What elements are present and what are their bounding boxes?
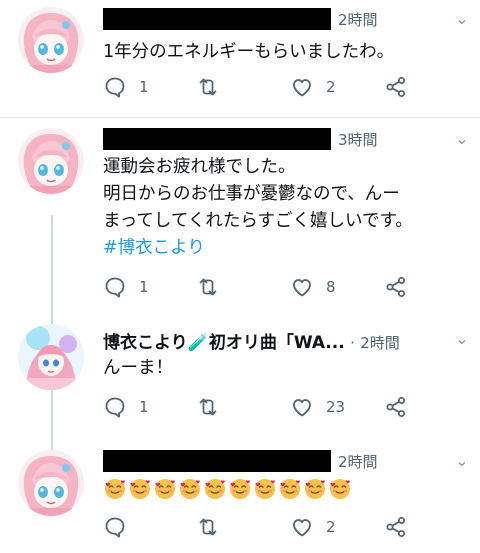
tweet-time[interactable]: 2時間 (338, 9, 378, 30)
like-button[interactable]: 23 (290, 395, 345, 419)
tweet-actions: 1 23 (103, 395, 423, 419)
avatar[interactable] (18, 324, 84, 390)
smiling-face-with-hearts-icon (103, 477, 128, 501)
smiling-face-with-hearts-icon (153, 477, 178, 501)
redacted-name (103, 128, 331, 150)
tweet-text: 運動会お疲れ様でした。 明日からのお仕事が憂鬱なので、んー まってしてくれたらす… (103, 154, 453, 262)
tweet-text-line: 1年分のエネルギーもらいましたわ。 (103, 42, 395, 62)
smiling-face-with-hearts-icon (278, 477, 303, 501)
smiling-face-with-hearts-icon (228, 477, 253, 501)
reply-icon (103, 395, 127, 419)
like-count: 23 (326, 398, 346, 416)
separator-dot: · (350, 334, 355, 352)
tweet-menu-chevron-icon[interactable]: ⌄ (452, 328, 472, 350)
avatar[interactable] (18, 7, 84, 73)
retweet-button[interactable] (196, 275, 232, 299)
like-count: 2 (326, 518, 336, 536)
reply-button[interactable] (103, 515, 139, 539)
like-button[interactable]: 8 (290, 275, 336, 299)
tweet-menu-chevron-icon[interactable]: ⌄ (452, 450, 472, 472)
reply-count: 1 (139, 78, 149, 96)
tweet-actions: 2 (103, 515, 423, 539)
retweet-icon (196, 395, 220, 419)
tweet-1[interactable]: 2時間 ⌄ 1年分のエネルギーもらいましたわ。 1 2 (0, 0, 480, 116)
share-icon (384, 515, 408, 539)
like-icon (290, 75, 314, 99)
share-button[interactable] (384, 515, 408, 539)
tweet-menu-chevron-icon[interactable]: ⌄ (452, 128, 472, 150)
tweet-menu-chevron-icon[interactable]: ⌄ (452, 8, 472, 30)
display-name[interactable]: 博衣こより🧪初オリ曲「WA... (103, 333, 345, 353)
reply-count: 1 (139, 278, 149, 296)
retweet-button[interactable] (196, 75, 232, 99)
hashtag-link[interactable]: #博衣こより (103, 235, 453, 262)
reply-button[interactable]: 1 (103, 75, 149, 99)
retweet-icon (196, 75, 220, 99)
like-button[interactable]: 2 (290, 515, 336, 539)
tweet-text-line: 運動会お疲れ様でした。 (103, 157, 296, 177)
tweet-text-line: 明日からのお仕事が憂鬱なので、んー (103, 184, 400, 204)
reply-icon (103, 515, 127, 539)
smiling-face-with-hearts-icon (178, 477, 203, 501)
emoji-row (103, 477, 353, 501)
reply-button[interactable]: 1 (103, 275, 149, 299)
redacted-name (103, 8, 331, 30)
reply-icon (103, 275, 127, 299)
smiling-face-with-hearts-icon (303, 477, 328, 501)
share-button[interactable] (384, 75, 408, 99)
tweet-actions: 1 8 (103, 275, 423, 299)
share-button[interactable] (384, 275, 408, 299)
like-count: 8 (326, 278, 336, 296)
share-button[interactable] (384, 395, 408, 419)
tweet-2[interactable]: 3時間 ⌄ 運動会お疲れ様でした。 明日からのお仕事が憂鬱なので、んー まってし… (0, 118, 480, 313)
tweet-time[interactable]: 3時間 (338, 129, 378, 150)
smiling-face-with-hearts-icon (328, 477, 353, 501)
share-icon (384, 75, 408, 99)
like-icon (290, 395, 314, 419)
reply-button[interactable]: 1 (103, 395, 149, 419)
retweet-icon (196, 515, 220, 539)
reply-count: 1 (139, 398, 149, 416)
tweet-time[interactable]: 2時間 (338, 451, 378, 472)
retweet-icon (196, 275, 220, 299)
smiling-face-with-hearts-icon (203, 477, 228, 501)
tweet-text-line: まってしてくれたらすごく嬉しいです。 (103, 211, 413, 231)
like-icon (290, 515, 314, 539)
avatar[interactable] (18, 128, 84, 194)
tweet-header: 博衣こより🧪初オリ曲「WA... · 2時間 (103, 328, 400, 353)
reply-icon (103, 75, 127, 99)
like-button[interactable]: 2 (290, 75, 336, 99)
tweet-time[interactable]: 2時間 (360, 334, 400, 352)
retweet-button[interactable] (196, 515, 232, 539)
share-icon (384, 395, 408, 419)
smiling-face-with-hearts-icon (253, 477, 278, 501)
retweet-button[interactable] (196, 395, 232, 419)
smiling-face-with-hearts-icon (128, 477, 153, 501)
tweet-text: 1年分のエネルギーもらいましたわ。 (103, 39, 453, 66)
share-icon (384, 275, 408, 299)
like-count: 2 (326, 78, 336, 96)
tweet-4[interactable]: 2時間 ⌄ 2 (0, 450, 480, 553)
avatar[interactable] (18, 450, 84, 516)
tweet-3[interactable]: 博衣こより🧪初オリ曲「WA... · 2時間 ⌄ んーま！ 1 23 (0, 324, 480, 434)
like-icon (290, 275, 314, 299)
tweet-text: んーま！ (103, 355, 453, 382)
redacted-name (103, 450, 331, 472)
tweet-actions: 1 2 (103, 75, 423, 99)
tweet-text-line: んーま！ (103, 358, 173, 378)
